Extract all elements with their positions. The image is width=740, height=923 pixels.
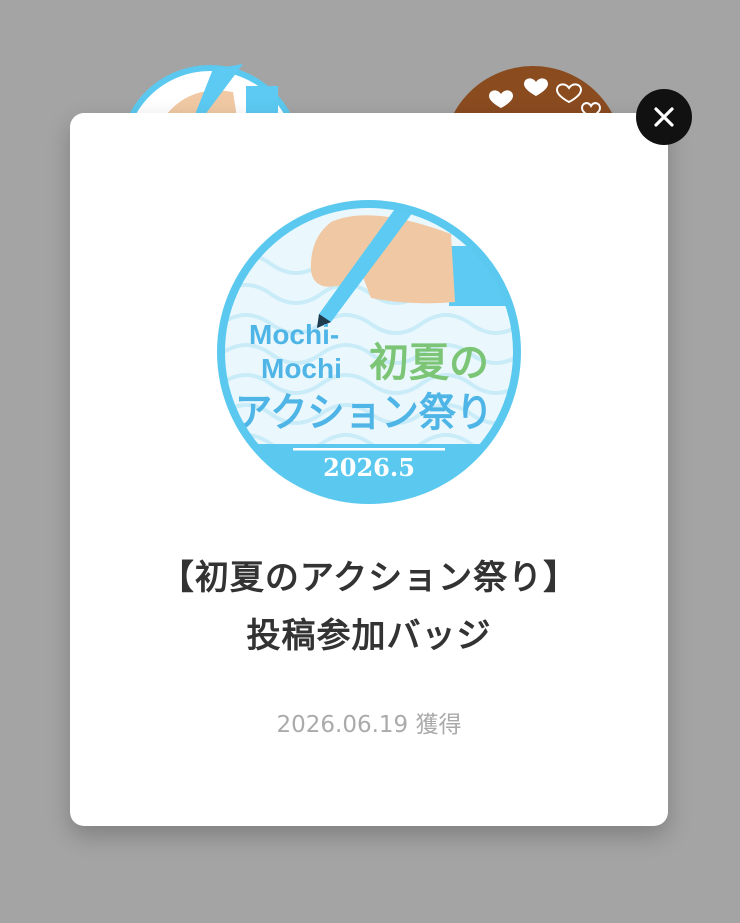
svg-text:Mochi: Mochi (261, 353, 342, 384)
action-festival-badge-image: Mochi- Mochi 初夏の アクション祭り 2026.5 (217, 200, 521, 504)
badge-title-line2: アクション祭り (235, 390, 493, 436)
svg-text:Mochi-: Mochi- (249, 319, 339, 350)
badge-title-line1: 初夏の (369, 340, 489, 386)
badge-name: 【初夏のアクション祭り】 投稿参加バッジ (70, 549, 668, 665)
badge-name-line2: 投稿参加バッジ (246, 616, 492, 656)
badge-detail-modal: Mochi- Mochi 初夏の アクション祭り 2026.5 【初夏のアクショ… (70, 113, 668, 826)
close-button[interactable] (636, 89, 692, 145)
earned-date: 2026.06.19 獲得 (276, 712, 462, 738)
badge-year: 2026.5 (323, 453, 415, 482)
close-icon (654, 107, 674, 127)
badge-name-line1: 【初夏のアクション祭り】 (159, 558, 579, 598)
